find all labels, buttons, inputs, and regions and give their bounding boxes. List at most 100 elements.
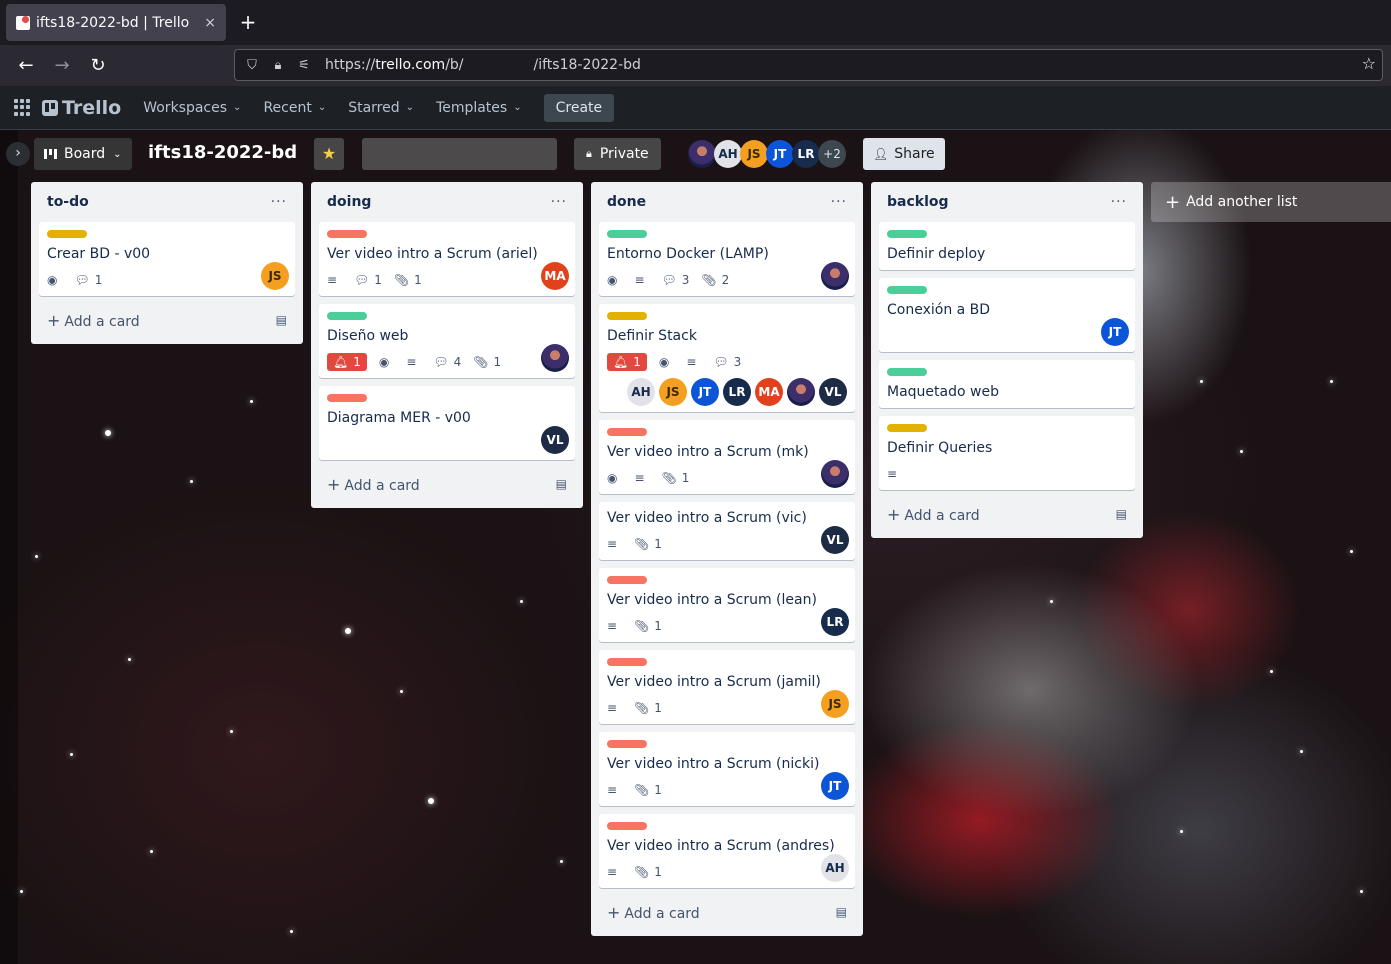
- close-tab-icon[interactable]: ×: [204, 15, 216, 31]
- member-avatar[interactable]: JS: [659, 378, 687, 406]
- member-avatar[interactable]: JS: [261, 262, 289, 290]
- forward-arrow-icon[interactable]: →: [48, 52, 76, 80]
- board-title[interactable]: ifts18-2022-bd: [148, 142, 297, 163]
- shield-icon[interactable]: ⛉: [239, 58, 265, 73]
- card[interactable]: Definir Queries ≡: [879, 416, 1135, 490]
- board-view-button[interactable]: Board ⌄: [34, 138, 132, 170]
- board-members[interactable]: AH JS JT LR +2: [688, 140, 846, 168]
- add-card-button[interactable]: + Add a card ▤: [599, 896, 855, 928]
- card[interactable]: Definir deploy: [879, 222, 1135, 270]
- card-label-red[interactable]: [607, 740, 647, 748]
- member-avatar[interactable]: JS: [821, 690, 849, 718]
- member-avatar[interactable]: [821, 460, 849, 488]
- back-arrow-icon[interactable]: ←: [12, 52, 40, 80]
- card[interactable]: Crear BD - v00 ◉ 💬︎ 1 JS: [39, 222, 295, 296]
- card[interactable]: Ver video intro a Scrum (mk) ◉ ≡ 📎︎ 1: [599, 420, 855, 494]
- card-label-yellow[interactable]: [887, 424, 927, 432]
- member-avatar[interactable]: MA: [755, 378, 783, 406]
- member-avatar[interactable]: [541, 344, 569, 372]
- list-title[interactable]: backlog: [887, 194, 949, 210]
- star-dot: [1350, 550, 1353, 553]
- member-avatar[interactable]: JT: [766, 140, 794, 168]
- card-label-green[interactable]: [887, 230, 927, 238]
- visibility-button[interactable]: 🔒︎ Private: [574, 138, 661, 170]
- member-avatar[interactable]: AH: [627, 378, 655, 406]
- app-switcher-icon[interactable]: [14, 98, 32, 117]
- share-button[interactable]: 👤︎ Share: [863, 138, 945, 170]
- add-list-button[interactable]: + Add another list: [1151, 182, 1391, 222]
- card[interactable]: Ver video intro a Scrum (vic) ≡ 📎︎ 1 VL: [599, 502, 855, 560]
- list-title[interactable]: done: [607, 194, 646, 210]
- card-template-icon[interactable]: ▤: [556, 477, 567, 491]
- member-avatar[interactable]: [688, 140, 716, 168]
- member-avatar[interactable]: [821, 262, 849, 290]
- list-menu-icon[interactable]: ···: [271, 194, 287, 210]
- trello-logo[interactable]: Trello: [42, 97, 121, 119]
- card-label-yellow[interactable]: [47, 230, 87, 238]
- member-avatar[interactable]: JT: [1101, 318, 1129, 346]
- member-avatar[interactable]: VL: [821, 526, 849, 554]
- list-title[interactable]: doing: [327, 194, 371, 210]
- card-label-green[interactable]: [887, 286, 927, 294]
- menu-starred[interactable]: Starred ⌄: [348, 100, 414, 116]
- card[interactable]: Diagrama MER - v00 VL: [319, 386, 575, 460]
- card-template-icon[interactable]: ▤: [836, 905, 847, 919]
- card[interactable]: Ver video intro a Scrum (andres) ≡ 📎︎ 1 AH: [599, 814, 855, 888]
- member-avatar[interactable]: AH: [714, 140, 742, 168]
- card-label-red[interactable]: [607, 576, 647, 584]
- member-avatar[interactable]: MA: [541, 262, 569, 290]
- card[interactable]: Ver video intro a Scrum (nicki) ≡ 📎︎ 1 JT: [599, 732, 855, 806]
- workspace-button[interactable]: [362, 138, 557, 170]
- card-label-red[interactable]: [607, 428, 647, 436]
- member-avatar[interactable]: AH: [821, 854, 849, 882]
- reload-icon[interactable]: ↻: [84, 52, 112, 80]
- card-label-red[interactable]: [327, 230, 367, 238]
- card-template-icon[interactable]: ▤: [276, 313, 287, 327]
- card-label-green[interactable]: [327, 312, 367, 320]
- card-label-green[interactable]: [887, 368, 927, 376]
- list-menu-icon[interactable]: ···: [551, 194, 567, 210]
- add-card-button[interactable]: + Add a card ▤: [879, 498, 1135, 530]
- list-menu-icon[interactable]: ···: [831, 194, 847, 210]
- card-label-red[interactable]: [607, 658, 647, 666]
- list-menu-icon[interactable]: ···: [1111, 194, 1127, 210]
- member-avatar[interactable]: JT: [691, 378, 719, 406]
- card[interactable]: Definir Stack 🔔︎ 1 ◉ ≡ 💬︎ 3 AH JS JT LR MA VL: [599, 304, 855, 412]
- member-avatar[interactable]: [787, 378, 815, 406]
- member-avatar[interactable]: LR: [792, 140, 820, 168]
- more-members-badge[interactable]: +2: [818, 140, 846, 168]
- card[interactable]: Diseño web 🔔︎ 1 ◉ ≡ 💬︎ 4 📎︎ 1: [319, 304, 575, 378]
- card[interactable]: Entorno Docker (LAMP) ◉ ≡ 💬︎ 3 📎︎ 2: [599, 222, 855, 296]
- card[interactable]: Ver video intro a Scrum (lean) ≡ 📎︎ 1 LR: [599, 568, 855, 642]
- create-button[interactable]: Create: [543, 93, 615, 122]
- bookmark-star-icon[interactable]: ☆: [1362, 54, 1376, 73]
- menu-templates[interactable]: Templates ⌄: [436, 100, 522, 116]
- list-title[interactable]: to-do: [47, 194, 89, 210]
- card[interactable]: Ver video intro a Scrum (ariel) ≡ 💬︎ 1 📎︎ 1 MA: [319, 222, 575, 296]
- browser-tab[interactable]: ifts18-2022-bd | Trello ×: [6, 4, 226, 41]
- card-label-green[interactable]: [607, 230, 647, 238]
- member-avatar[interactable]: VL: [819, 378, 847, 406]
- menu-recent[interactable]: Recent ⌄: [263, 100, 326, 116]
- add-card-button[interactable]: + Add a card ▤: [39, 304, 295, 336]
- expand-sidebar-icon[interactable]: ›: [6, 142, 30, 166]
- member-avatar[interactable]: JT: [821, 772, 849, 800]
- card-template-icon[interactable]: ▤: [1116, 507, 1127, 521]
- card[interactable]: Ver video intro a Scrum (jamil) ≡ 📎︎ 1 JS: [599, 650, 855, 724]
- member-avatar[interactable]: LR: [821, 608, 849, 636]
- member-avatar[interactable]: VL: [541, 426, 569, 454]
- new-tab-button[interactable]: +: [236, 10, 260, 34]
- card[interactable]: Conexión a BD JT: [879, 278, 1135, 352]
- star-board-icon[interactable]: ★: [314, 138, 344, 170]
- member-avatar[interactable]: LR: [723, 378, 751, 406]
- add-card-button[interactable]: + Add a card ▤: [319, 468, 575, 500]
- card[interactable]: Maquetado web: [879, 360, 1135, 408]
- card-label-yellow[interactable]: [607, 312, 647, 320]
- lock-icon[interactable]: 🔒︎: [265, 58, 291, 73]
- card-label-red[interactable]: [607, 822, 647, 830]
- permissions-icon[interactable]: ⚟: [291, 58, 317, 73]
- menu-workspaces[interactable]: Workspaces ⌄: [143, 100, 241, 116]
- card-label-red[interactable]: [327, 394, 367, 402]
- url-bar[interactable]: ⛉ 🔒︎ ⚟ https://trello.com/b//ifts18-2022…: [234, 49, 1383, 81]
- member-avatar[interactable]: JS: [740, 140, 768, 168]
